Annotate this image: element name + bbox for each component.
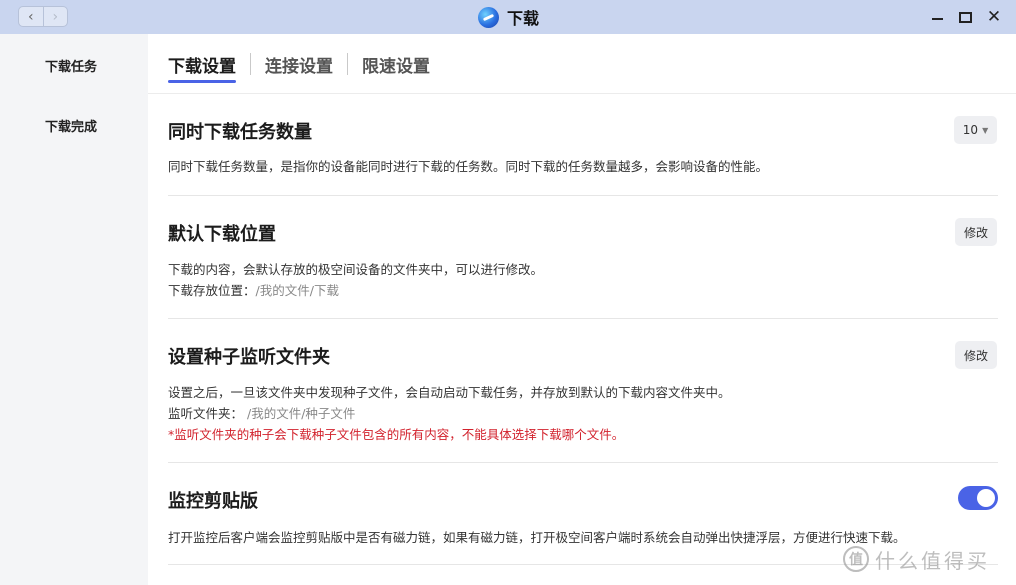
back-button[interactable]: ‹ — [19, 7, 43, 26]
maximize-icon — [958, 11, 972, 23]
window-title: 下载 — [507, 9, 540, 28]
watermark-text: 什么值得买 — [875, 548, 990, 573]
section-divider — [168, 462, 998, 463]
default-location-path: 下载存放位置：/我的文件/下载 — [168, 280, 998, 301]
minimize-button[interactable] — [927, 7, 947, 27]
concurrent-tasks-value: 10 — [962, 123, 979, 137]
concurrent-tasks-select[interactable]: 10 ▼ — [954, 116, 997, 144]
download-app-icon — [478, 6, 499, 28]
section-divider — [168, 195, 998, 196]
clipboard-monitor-toggle[interactable] — [958, 486, 998, 510]
close-button[interactable]: ✕ — [984, 7, 1004, 27]
sidebar-item-download-complete[interactable]: 下载完成 — [45, 116, 97, 135]
torrent-watch-title: 设置种子监听文件夹 — [168, 347, 330, 368]
clipboard-monitor-section: 监控剪贴版 打开监控后客户端会监控剪贴版中是否有磁力链，如果有磁力链，打开极空间… — [168, 487, 998, 548]
concurrent-tasks-description: 同时下载任务数量，是指你的设备能同时进行下载的任务数。同时下载的任务数量越多，会… — [168, 159, 769, 174]
tab-speed-limit-settings[interactable]: 限速设置 — [362, 52, 430, 83]
torrent-watch-path: 监听文件夹： /我的文件/种子文件 — [168, 403, 998, 424]
watermark-logo-icon: 值 — [843, 546, 869, 572]
sidebar-item-download-tasks[interactable]: 下载任务 — [45, 56, 97, 75]
section-divider — [168, 318, 998, 319]
default-location-section: 默认下载位置 下载的内容，会默认存放的极空间设备的文件夹中，可以进行修改。 下载… — [168, 220, 998, 301]
torrent-watch-section: 设置种子监听文件夹 设置之后，一旦该文件夹中发现种子文件，会自动启动下载任务，并… — [168, 343, 998, 445]
tab-download-settings[interactable]: 下载设置 — [168, 52, 236, 83]
minimize-icon — [931, 18, 943, 20]
torrent-watch-description: 设置之后，一旦该文件夹中发现种子文件，会自动启动下载任务，并存放到默认的下载内容… — [168, 385, 731, 400]
maximize-button[interactable] — [955, 7, 975, 27]
title-bar: ‹ › 下载 ✕ — [0, 0, 1016, 34]
torrent-watch-warning: *监听文件夹的种子会下载种子文件包含的所有内容，不能具体选择下载哪个文件。 — [168, 427, 625, 442]
forward-button[interactable]: › — [42, 7, 68, 26]
path-value: /我的文件/下载 — [255, 283, 339, 298]
chevron-down-icon: ▼ — [982, 125, 989, 135]
settings-tabs: 下载设置 连接设置 限速设置 — [168, 52, 430, 83]
tab-connection-settings[interactable]: 连接设置 — [265, 52, 333, 83]
default-location-description: 下载的内容，会默认存放的极空间设备的文件夹中，可以进行修改。 — [168, 262, 544, 277]
toggle-knob — [977, 489, 995, 507]
tabs-underline-divider — [148, 93, 1016, 94]
sidebar: 下载任务 下载完成 — [0, 34, 148, 585]
history-nav: ‹ › — [18, 6, 68, 27]
concurrent-tasks-title: 同时下载任务数量 — [168, 122, 312, 143]
modify-location-button[interactable]: 修改 — [955, 218, 997, 246]
tab-divider — [347, 53, 348, 75]
default-location-title: 默认下载位置 — [168, 224, 276, 245]
watermark: 值 什么值得买 — [843, 544, 990, 574]
concurrent-tasks-section: 同时下载任务数量 同时下载任务数量，是指你的设备能同时进行下载的任务数。同时下载… — [168, 118, 998, 177]
path-label: 下载存放位置： — [168, 283, 256, 298]
clipboard-monitor-title: 监控剪贴版 — [168, 491, 258, 512]
path-label: 监听文件夹： — [168, 406, 247, 421]
path-value: /我的文件/种子文件 — [246, 406, 356, 421]
modify-watch-folder-button[interactable]: 修改 — [955, 341, 997, 369]
window-title-group: 下载 — [478, 4, 539, 30]
tab-divider — [250, 53, 251, 75]
